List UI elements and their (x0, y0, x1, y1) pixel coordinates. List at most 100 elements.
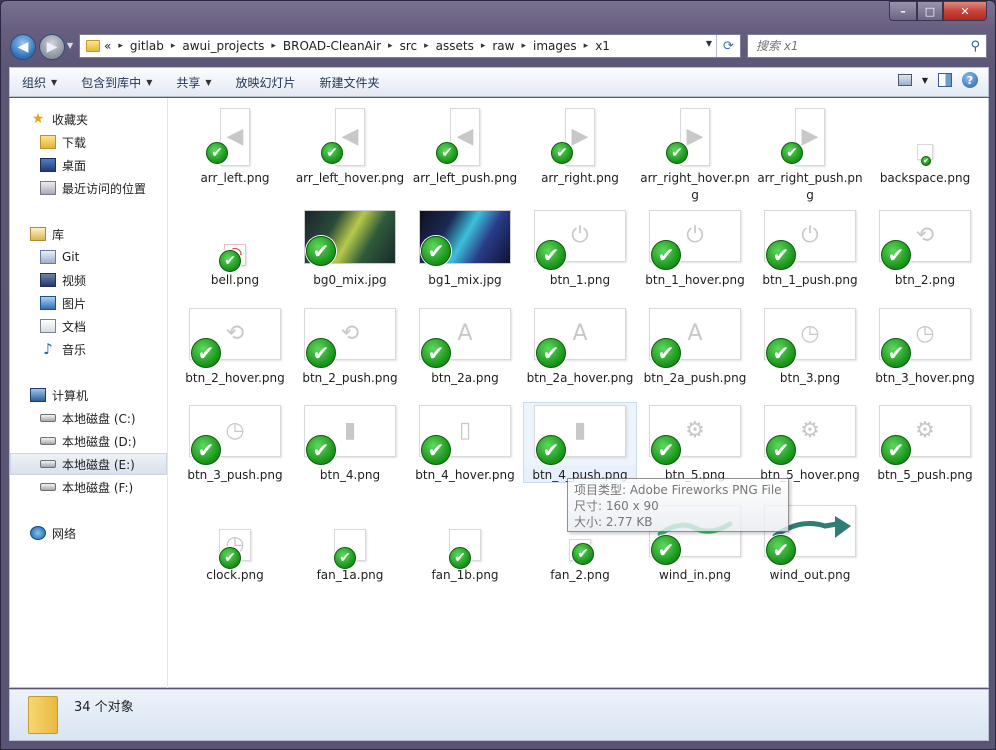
file-item[interactable]: ◷ ✔ btn_3.png (754, 306, 866, 387)
file-thumbnail: ⏻ ✔ (754, 208, 866, 270)
breadcrumb-separator[interactable]: ▸ (424, 41, 429, 51)
search-input[interactable] (756, 39, 956, 53)
file-name: bg0_mix.jpg (313, 273, 387, 287)
breadcrumb-awui-projects[interactable]: awui_projects (182, 39, 264, 53)
sync-status-check-icon: ✔ (219, 250, 241, 272)
sidebar-item-documents[interactable]: 文档 (10, 315, 167, 337)
close-button[interactable]: ✕ (943, 1, 987, 21)
view-options-dropdown[interactable]: ▼ (922, 76, 928, 85)
file-item[interactable]: ▮ ✔ btn_4_push.png (523, 402, 637, 483)
file-item[interactable]: ◀ ✔ arr_left_push.png (409, 106, 521, 187)
breadcrumb-x1[interactable]: x1 (595, 39, 610, 53)
file-item[interactable]: ⟲ ✔ btn_2_push.png (294, 306, 406, 387)
file-item[interactable]: ⚙ ✔ btn_5_hover.png (754, 403, 866, 484)
file-item[interactable]: ⏻ ✔ btn_1_hover.png (639, 208, 751, 289)
file-item[interactable]: ◀ ✔ arr_left.png (179, 106, 291, 187)
breadcrumb-separator[interactable]: ▸ (271, 41, 276, 51)
file-item[interactable]: ⟲ ✔ btn_2_hover.png (179, 306, 291, 387)
file-item[interactable]: ⍾✔bell.png (179, 208, 291, 289)
file-item[interactable]: ◷ ✔ clock.png (179, 503, 291, 584)
breadcrumb-assets[interactable]: assets (436, 39, 474, 53)
maximize-button[interactable]: □ (917, 1, 943, 21)
file-item[interactable]: A ✔ btn_2a.png (409, 306, 521, 387)
file-item[interactable]: ▮ ✔ btn_4.png (294, 403, 406, 484)
breadcrumb-src[interactable]: src (400, 39, 418, 53)
preview-glyph-icon: ▶ (686, 124, 704, 149)
share-menu[interactable]: 共享 ▼ (164, 70, 223, 94)
sidebar-item-computer[interactable]: 计算机 (10, 384, 167, 406)
sidebar-item-network[interactable]: 网络 (10, 522, 167, 544)
file-thumbnail: A ✔ (524, 306, 636, 368)
sidebar-item-libraries[interactable]: 库 (10, 223, 167, 245)
sidebar-item-pictures[interactable]: 图片 (10, 292, 167, 314)
file-item[interactable]: ◷ ✔ btn_3_push.png (179, 403, 291, 484)
organize-menu[interactable]: 组织 ▼ (10, 70, 69, 94)
file-name: btn_1_push.png (762, 273, 858, 287)
sidebar-item-music[interactable]: ♪ 音乐 (10, 338, 167, 360)
file-name: btn_1.png (549, 273, 611, 287)
breadcrumb-separator[interactable]: ▸ (584, 41, 589, 51)
sidebar-item-favorites[interactable]: ★ 收藏夹 (10, 108, 167, 130)
sidebar-item-drive-c[interactable]: 本地磁盘 (C:) (10, 407, 167, 429)
address-bar[interactable]: « ▸ gitlab ▸ awui_projects ▸ BROAD-CleanAir… (79, 34, 741, 58)
address-dropdown[interactable]: ▼ (706, 39, 712, 48)
preview-glyph-icon: ⏻ (571, 223, 589, 248)
breadcrumb-separator[interactable]: ▸ (388, 41, 393, 51)
recent-pages-dropdown[interactable]: ▼ (67, 41, 73, 50)
file-item[interactable]: ⟲ ✔ btn_2.png (869, 208, 981, 289)
breadcrumb-broad-cleanair[interactable]: BROAD-CleanAir (283, 39, 381, 53)
breadcrumb-separator[interactable]: ▸ (521, 41, 526, 51)
help-icon[interactable]: ? (962, 72, 978, 88)
sidebar-item-drive-e[interactable]: 本地磁盘 (E:) (10, 453, 167, 475)
file-item[interactable]: ◀ ✔ arr_left_hover.png (294, 106, 406, 187)
file-item[interactable]: ✔ fan_1a.png (294, 503, 406, 584)
breadcrumb-gitlab[interactable]: gitlab (130, 39, 164, 53)
file-item[interactable]: ✔ bg0_mix.jpg (294, 208, 406, 289)
file-item[interactable]: ⚙ ✔ btn_5.png (639, 403, 751, 484)
file-item[interactable]: A ✔ btn_2a_push.png (639, 306, 751, 387)
preview-glyph-icon: ⏻ (686, 223, 704, 248)
sidebar-item-video[interactable]: 视频 (10, 269, 167, 291)
back-button[interactable]: ◀ (10, 34, 36, 60)
file-name: arr_left_push.png (412, 171, 518, 185)
file-item[interactable]: ◷ ✔ btn_3_hover.png (869, 306, 981, 387)
breadcrumb-separator[interactable]: ▸ (118, 41, 123, 51)
search-box[interactable]: ⚲ (747, 34, 987, 58)
file-item[interactable]: ▶ ✔ arr_right_push.png (754, 106, 866, 204)
file-item[interactable]: ✔ backspace.png (869, 106, 981, 187)
file-item[interactable]: ▶ ✔ arr_right.png (524, 106, 636, 187)
view-options-icon[interactable] (897, 74, 912, 86)
search-icon[interactable]: ⚲ (970, 39, 980, 54)
file-item[interactable]: ⚙ ✔ btn_5_push.png (869, 403, 981, 484)
include-in-library-menu[interactable]: 包含到库中 ▼ (69, 70, 164, 94)
file-item[interactable]: ✔ bg1_mix.jpg (409, 208, 521, 289)
sidebar-item-drive-f[interactable]: 本地磁盘 (F:) (10, 476, 167, 498)
sidebar-item-recent[interactable]: 最近访问的位置 (10, 177, 167, 199)
sidebar-item-downloads[interactable]: 下载 (10, 131, 167, 153)
sync-status-check-icon: ✔ (651, 535, 681, 565)
file-item[interactable]: A ✔ btn_2a_hover.png (524, 306, 636, 387)
sidebar-item-drive-d[interactable]: 本地磁盘 (D:) (10, 430, 167, 452)
file-thumbnail: ▶ ✔ (524, 106, 636, 168)
breadcrumb-separator[interactable]: ▸ (171, 41, 176, 51)
slideshow-button[interactable]: 放映幻灯片 (224, 70, 308, 94)
minimize-button[interactable]: – (889, 1, 917, 21)
sidebar-label: Git (62, 250, 80, 264)
breadcrumb-raw[interactable]: raw (492, 39, 514, 53)
refresh-button[interactable]: ⟳ (716, 35, 740, 57)
breadcrumb-overflow[interactable]: « (104, 39, 111, 53)
file-item[interactable]: ▶ ✔ arr_right_hover.png (639, 106, 751, 204)
file-name: btn_3_push.png (187, 468, 283, 482)
sidebar-item-desktop[interactable]: 桌面 (10, 154, 167, 176)
preview-pane-icon[interactable] (938, 73, 952, 87)
file-item[interactable]: ▯ ✔ btn_4_hover.png (409, 403, 521, 484)
breadcrumb-separator[interactable]: ▸ (481, 41, 486, 51)
forward-button[interactable]: ▶ (39, 34, 65, 60)
explorer-window: – □ ✕ ◀ ▶ ▼ « ▸ gitlab ▸ awui_projects ▸ BR… (0, 0, 996, 750)
new-folder-button[interactable]: 新建文件夹 (308, 70, 392, 94)
sidebar-item-git[interactable]: Git (10, 246, 167, 268)
file-item[interactable]: ⏻ ✔ btn_1_push.png (754, 208, 866, 289)
file-item[interactable]: ✔ fan_1b.png (409, 503, 521, 584)
file-item[interactable]: ⏻ ✔ btn_1.png (524, 208, 636, 289)
breadcrumb-images[interactable]: images (533, 39, 577, 53)
